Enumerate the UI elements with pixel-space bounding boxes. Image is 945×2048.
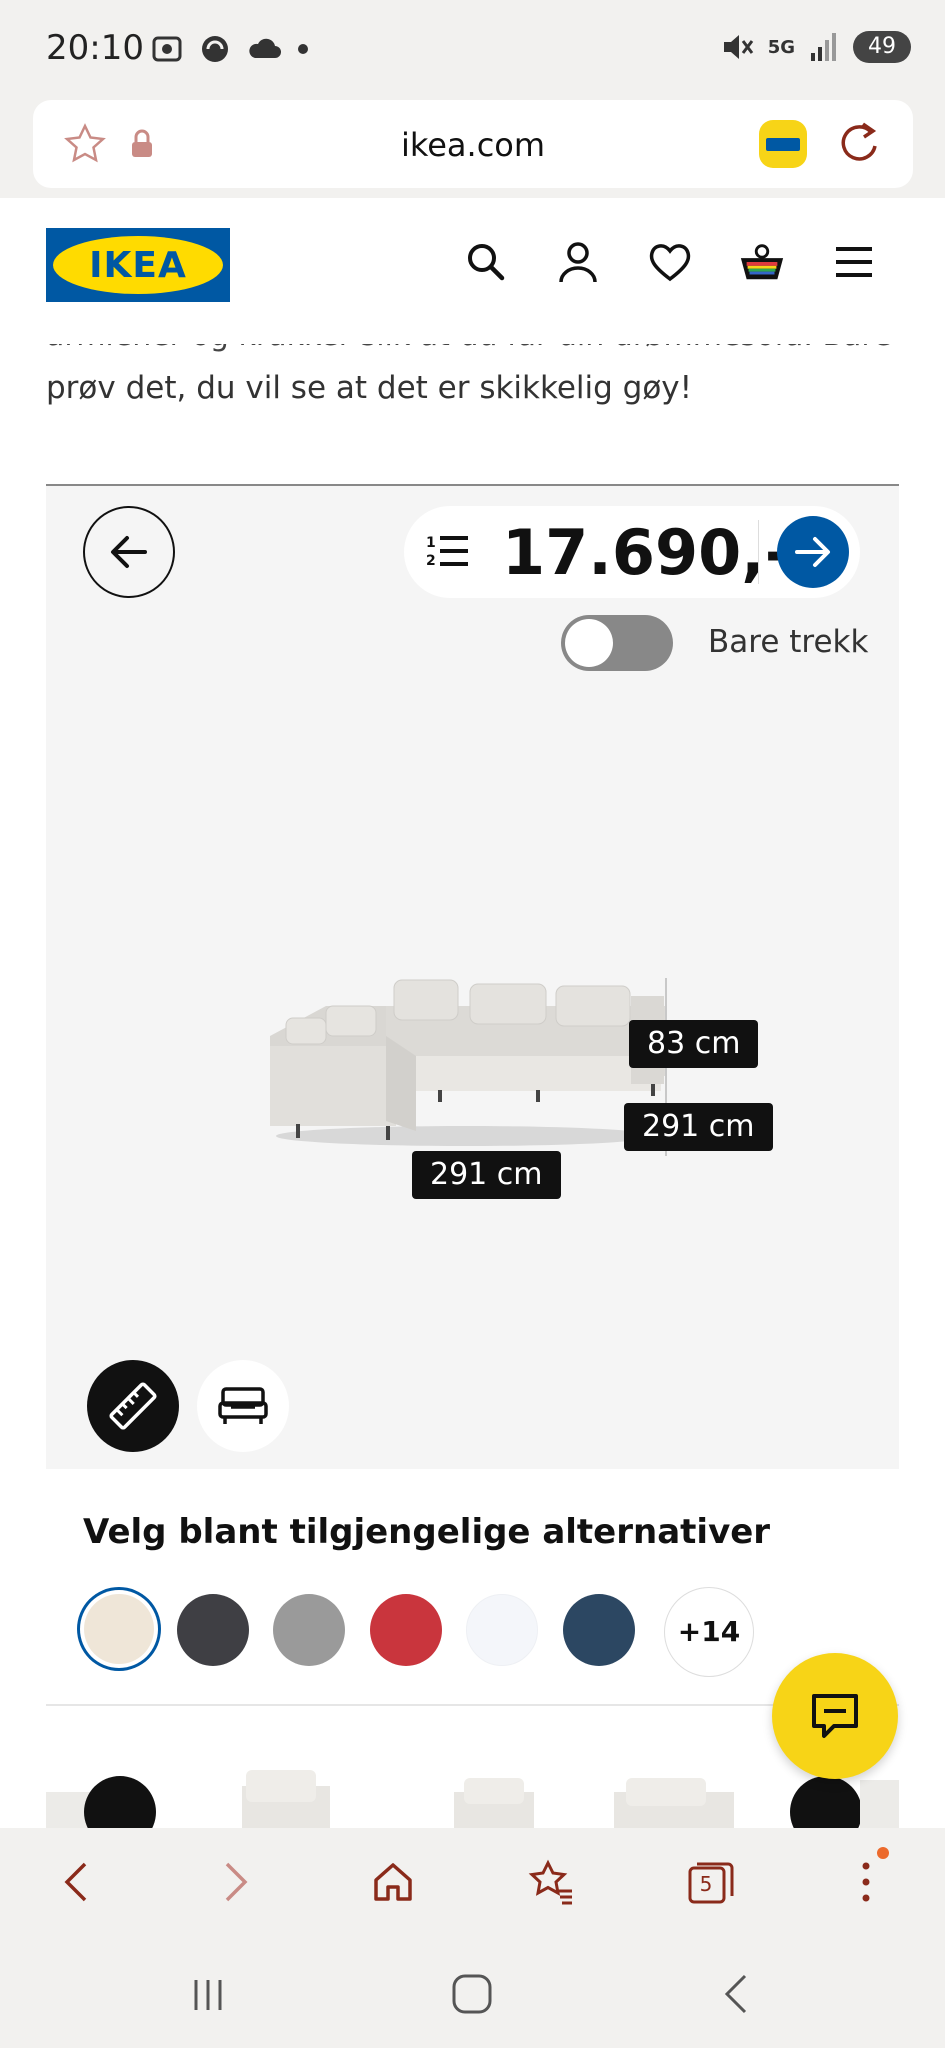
color-swatch[interactable] bbox=[562, 1594, 635, 1666]
menu-icon[interactable] bbox=[830, 238, 878, 286]
tab-count: 5 bbox=[699, 1872, 713, 1896]
continue-button[interactable] bbox=[777, 516, 849, 588]
svg-text:2: 2 bbox=[426, 553, 436, 569]
color-swatch[interactable] bbox=[369, 1594, 442, 1666]
browser-menu-button[interactable] bbox=[834, 1847, 898, 1914]
search-icon[interactable] bbox=[462, 238, 510, 286]
more-colors-button[interactable]: +14 bbox=[664, 1587, 754, 1677]
recent-apps-icon bbox=[194, 1980, 222, 2010]
bookmark-star-icon bbox=[528, 1859, 572, 1905]
sofa-bed-view-button[interactable] bbox=[197, 1360, 289, 1452]
color-swatch[interactable] bbox=[84, 1594, 154, 1664]
numbered-list-icon[interactable]: 1 2 bbox=[426, 532, 472, 570]
ruler-icon bbox=[109, 1382, 157, 1430]
ikea-logo[interactable]: IKEA bbox=[46, 228, 230, 302]
status-icons-right: 5G 49 bbox=[720, 30, 911, 64]
system-back-icon bbox=[724, 1974, 747, 2014]
browser-tabs-button[interactable]: 5 bbox=[678, 1850, 742, 1914]
mute-icon bbox=[723, 35, 753, 59]
covers-only-toggle[interactable] bbox=[561, 615, 673, 671]
height-dimension-label: 83 cm bbox=[629, 1020, 759, 1068]
sofa-image bbox=[270, 978, 667, 1156]
dot-icon bbox=[298, 44, 308, 54]
status-time: 20:10 bbox=[46, 28, 144, 68]
arrow-left-icon bbox=[111, 536, 147, 568]
chat-icon bbox=[812, 1694, 858, 1738]
cloud-icon bbox=[249, 38, 281, 58]
intro-text: prøv det, du vil se at det er skikkelig … bbox=[46, 370, 693, 406]
url-bar[interactable]: ikea.com bbox=[33, 100, 913, 188]
chevron-left-icon bbox=[64, 1862, 87, 1902]
total-price: 17.690,- bbox=[502, 516, 791, 589]
covers-only-label: Bare trekk bbox=[708, 624, 869, 660]
browser-forward-button[interactable] bbox=[204, 1850, 268, 1914]
screenshot-icon bbox=[152, 36, 182, 62]
color-swatch[interactable] bbox=[273, 1594, 345, 1666]
battery-icon: 49 bbox=[853, 31, 911, 63]
status-bar: 20:10 5G 49 bbox=[0, 0, 945, 98]
account-icon[interactable] bbox=[554, 238, 602, 286]
width-dimension-label: 291 cm bbox=[412, 1151, 561, 1199]
alternatives-title: Velg blant tilgjengelige alternativer bbox=[83, 1512, 771, 1552]
back-button[interactable] bbox=[83, 506, 175, 598]
wishlist-heart-icon[interactable] bbox=[646, 238, 694, 286]
chevron-right-icon bbox=[225, 1862, 248, 1902]
svg-text:1: 1 bbox=[426, 535, 436, 551]
sync-icon bbox=[202, 36, 228, 62]
notification-dot-icon bbox=[877, 1847, 889, 1859]
basket-icon[interactable] bbox=[738, 238, 786, 286]
system-home-button[interactable] bbox=[440, 1962, 504, 2026]
system-nav-bar bbox=[0, 1938, 945, 2048]
reload-icon[interactable] bbox=[835, 120, 881, 166]
measurements-button[interactable] bbox=[87, 1360, 179, 1452]
recent-apps-button[interactable] bbox=[176, 1962, 240, 2026]
ikea-app-icon[interactable] bbox=[759, 120, 807, 168]
browser-bookmarks-button[interactable] bbox=[520, 1850, 584, 1914]
color-swatch[interactable] bbox=[176, 1594, 249, 1666]
chat-button[interactable] bbox=[772, 1653, 898, 1779]
browser-url-area: ikea.com bbox=[0, 98, 945, 198]
color-swatch[interactable] bbox=[466, 1594, 538, 1666]
sofa-configurator: 1 2 17.690,- Bare trekk 83 cm 291 cm 291… bbox=[46, 484, 899, 1469]
sofa-bed-icon bbox=[218, 1387, 268, 1424]
home-outline-icon bbox=[452, 1974, 492, 2014]
browser-toolbar: 5 bbox=[0, 1828, 945, 1938]
depth-dimension-label: 291 cm bbox=[624, 1103, 773, 1151]
home-icon bbox=[374, 1863, 412, 1901]
site-header: IKEA bbox=[0, 198, 945, 326]
browser-home-button[interactable] bbox=[361, 1850, 425, 1914]
price-summary: 1 2 17.690,- bbox=[404, 506, 860, 598]
network-label: 5G bbox=[767, 36, 795, 58]
arrow-right-icon bbox=[795, 537, 830, 567]
logo-text: IKEA bbox=[89, 244, 187, 286]
signal-icon bbox=[811, 33, 836, 61]
more-vertical-icon bbox=[862, 1862, 870, 1902]
browser-back-button[interactable] bbox=[44, 1850, 108, 1914]
status-icons-left bbox=[150, 32, 310, 66]
product-thumbnails-peek bbox=[46, 1770, 899, 1828]
system-back-button[interactable] bbox=[704, 1962, 768, 2026]
